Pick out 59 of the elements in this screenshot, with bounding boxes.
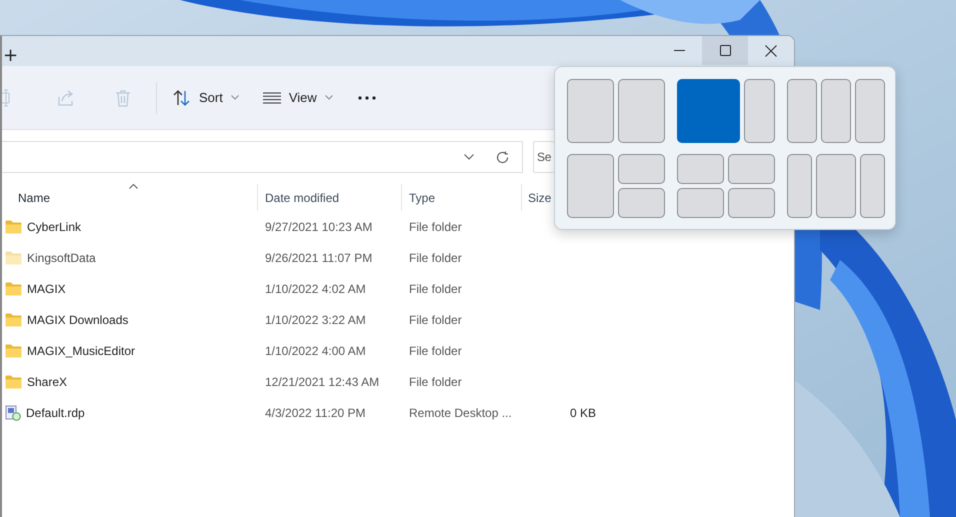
refresh-icon[interactable] [496, 150, 509, 164]
snap-zone[interactable] [860, 154, 885, 218]
snap-zone[interactable] [618, 188, 665, 218]
snap-zone[interactable] [787, 79, 817, 143]
search-field[interactable]: Se [533, 141, 554, 173]
snap-zone[interactable] [787, 154, 812, 218]
file-type: File folder [409, 250, 462, 264]
column-header[interactable]: Type [409, 190, 436, 204]
snap-zone[interactable] [567, 79, 614, 143]
snap-zone[interactable] [855, 79, 885, 143]
file-size: 0 KB [570, 406, 596, 420]
snap-zone[interactable] [744, 79, 775, 143]
sort-arrows-icon [173, 88, 191, 106]
file-type: File folder [409, 344, 462, 358]
snap-zone[interactable] [816, 154, 856, 218]
chevron-down-icon[interactable] [464, 154, 474, 160]
lines-icon [262, 92, 281, 104]
trash-icon [115, 88, 131, 106]
file-name[interactable]: MAGIX [27, 282, 66, 296]
date-modified: 9/26/2021 11:07 PM [265, 250, 372, 264]
view-button[interactable]: View [252, 80, 343, 114]
column-header[interactable]: Name [18, 190, 50, 204]
maximize-button[interactable] [702, 36, 748, 65]
date-modified: 1/10/2022 3:22 AM [265, 312, 366, 326]
file-name[interactable]: ShareX [27, 374, 68, 388]
new-tab-button[interactable]: + [3, 47, 18, 65]
file-name[interactable]: CyberLink [27, 220, 82, 234]
file-name[interactable]: MAGIX_MusicEditor [27, 344, 136, 358]
date-modified: 1/10/2022 4:02 AM [265, 282, 366, 296]
file-type: File folder [409, 312, 462, 326]
column-header[interactable]: Size [528, 190, 552, 204]
more-icon [358, 96, 376, 100]
sort-caret-icon [129, 184, 138, 189]
share-icon [57, 88, 75, 106]
file-type: File folder [409, 220, 462, 234]
caret-icon [230, 95, 239, 100]
date-modified: 4/3/2022 11:20 PM [265, 406, 366, 420]
file-name[interactable]: MAGIX Downloads [27, 312, 128, 326]
column-header[interactable]: Date modified [265, 190, 340, 204]
snap-zone[interactable] [677, 188, 724, 218]
snap-zone[interactable] [618, 79, 665, 143]
close-icon [765, 44, 777, 56]
sort-button[interactable]: Sort [163, 80, 249, 114]
caret-icon [324, 95, 333, 100]
snap-zone[interactable] [728, 188, 775, 218]
file-name[interactable]: Default.rdp [26, 406, 85, 420]
date-modified: 1/10/2022 4:00 AM [265, 344, 366, 358]
snap-zone[interactable] [677, 154, 724, 184]
snap-zone[interactable] [567, 154, 614, 218]
snap-zone[interactable] [728, 154, 775, 184]
date-modified: 9/27/2021 10:23 AM [265, 220, 372, 234]
file-type: File folder [409, 374, 462, 388]
snap-zone[interactable] [618, 154, 665, 184]
file-name[interactable]: KingsoftData [27, 250, 96, 264]
snap-zone[interactable] [821, 79, 851, 143]
maximize-icon [720, 45, 730, 56]
date-modified: 12/21/2021 12:43 AM [265, 374, 380, 388]
file-type: File folder [409, 282, 462, 296]
file-type: Remote Desktop ... [409, 406, 512, 420]
